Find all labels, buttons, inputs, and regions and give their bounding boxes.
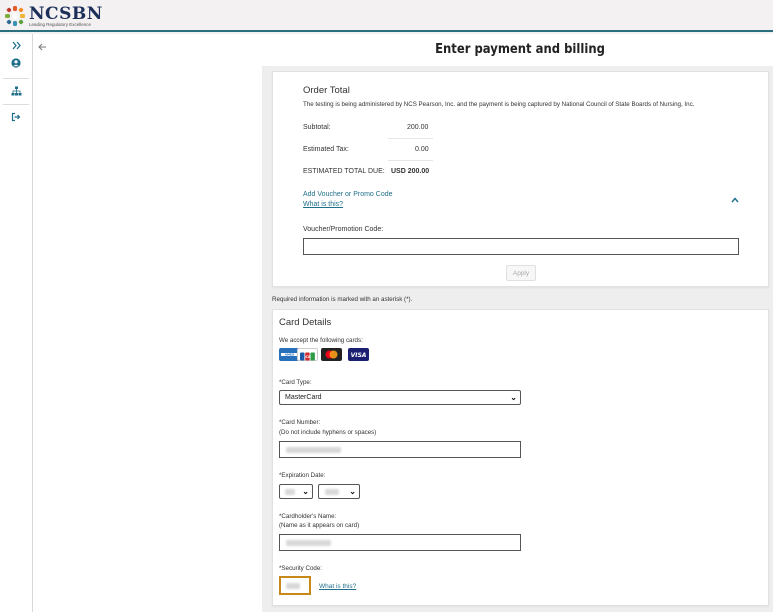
accepted-cards-label: We accept the following cards: bbox=[279, 337, 363, 344]
page-title: Enter payment and billing bbox=[435, 41, 605, 57]
order-total-card: Order Total The testing is being adminis… bbox=[272, 71, 769, 287]
voucher-help-link[interactable]: What is this? bbox=[303, 201, 343, 208]
jcb-icon: JCB bbox=[297, 348, 318, 361]
cardholder-hint: (Name as it appears on card) bbox=[279, 522, 360, 529]
tax-label: Estimated Tax: bbox=[303, 146, 349, 153]
required-note: Required information is marked with an a… bbox=[272, 296, 413, 303]
sitemap-icon[interactable] bbox=[0, 80, 32, 102]
logout-icon[interactable] bbox=[0, 106, 32, 128]
cardholder-label: *Cardholder's Name: bbox=[279, 513, 337, 520]
row-divider bbox=[388, 160, 433, 161]
card-type-value: MasterCard bbox=[285, 394, 322, 401]
mastercard-icon bbox=[321, 348, 342, 361]
masked-security-code bbox=[286, 583, 300, 589]
masked-year bbox=[325, 489, 339, 495]
add-voucher-toggle[interactable]: Add Voucher or Promo Code bbox=[303, 191, 393, 198]
svg-text:VISA: VISA bbox=[351, 352, 367, 359]
voucher-code-label: Voucher/Promotion Code: bbox=[303, 226, 384, 233]
masked-card-number bbox=[286, 447, 341, 453]
svg-text:JCB: JCB bbox=[303, 355, 311, 359]
order-total-heading: Order Total bbox=[303, 85, 350, 96]
card-number-hint: (Do not include hyphens or spaces) bbox=[279, 429, 377, 436]
rail-divider bbox=[3, 104, 29, 105]
cardholder-name-input[interactable] bbox=[279, 534, 521, 551]
subtotal-value: 200.00 bbox=[407, 124, 429, 131]
logo-mark-icon bbox=[5, 6, 25, 26]
masked-month bbox=[285, 489, 295, 495]
tax-value: 0.00 bbox=[415, 146, 429, 153]
security-code-input[interactable] bbox=[279, 576, 311, 595]
card-number-label: *Card Number: bbox=[279, 419, 321, 426]
security-code-help-link[interactable]: What is this? bbox=[319, 583, 356, 590]
brand-name: NCSBN bbox=[29, 3, 103, 24]
card-number-input[interactable] bbox=[279, 441, 521, 458]
user-icon[interactable] bbox=[0, 52, 32, 74]
card-type-select[interactable]: MasterCard ⌄ bbox=[279, 390, 521, 405]
chevron-up-icon[interactable] bbox=[731, 190, 739, 208]
subtotal-label: Subtotal: bbox=[303, 124, 331, 131]
back-arrow-icon[interactable] bbox=[38, 42, 47, 54]
expiration-label: *Expiration Date: bbox=[279, 472, 326, 479]
card-type-label: *Card Type: bbox=[279, 379, 312, 386]
chevron-down-icon: ⌄ bbox=[302, 487, 309, 496]
total-label: ESTIMATED TOTAL DUE: bbox=[303, 168, 385, 175]
expiration-year-select[interactable]: ⌄ bbox=[318, 484, 360, 499]
row-divider bbox=[388, 138, 433, 139]
total-value: USD 200.00 bbox=[391, 168, 430, 175]
rail-divider bbox=[3, 78, 29, 79]
chevron-down-icon: ⌄ bbox=[349, 487, 356, 496]
top-header: NCSBN Leading Regulatory Excellence bbox=[0, 0, 773, 32]
expiration-month-select[interactable]: ⌄ bbox=[279, 484, 313, 499]
side-rail bbox=[0, 34, 33, 612]
card-details-card: Card Details We accept the following car… bbox=[272, 309, 769, 606]
security-code-label: *Security Code: bbox=[279, 565, 322, 572]
chevron-down-icon: ⌄ bbox=[510, 393, 517, 402]
ncsbn-logo[interactable]: NCSBN Leading Regulatory Excellence bbox=[4, 4, 103, 28]
payment-notice: The testing is being administered by NCS… bbox=[303, 101, 695, 108]
apply-button[interactable]: Apply bbox=[506, 265, 536, 281]
svg-text:AMEX: AMEX bbox=[285, 353, 295, 357]
visa-icon: VISA bbox=[348, 348, 369, 361]
voucher-code-input[interactable] bbox=[303, 238, 739, 255]
card-details-heading: Card Details bbox=[279, 317, 332, 328]
masked-cardholder-name bbox=[286, 540, 331, 546]
